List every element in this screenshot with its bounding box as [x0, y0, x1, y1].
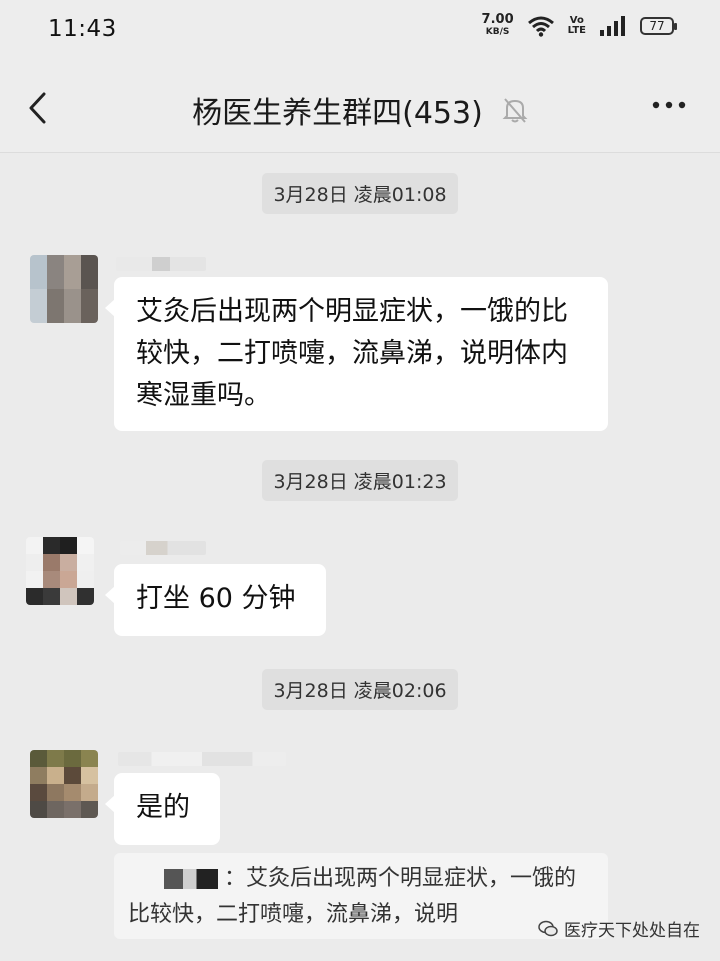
message-bubble[interactable]: 是的	[105, 773, 220, 845]
network-speed: 7.00 KB/S	[481, 12, 514, 38]
timestamp-3: 3月28日 凌晨02:06	[0, 669, 720, 710]
timestamp-label: 3月28日 凌晨02:06	[262, 669, 458, 710]
watermark: 医疗天下处处自在	[538, 916, 700, 941]
timestamp-label: 3月28日 凌晨01:23	[262, 460, 458, 501]
message-bubble[interactable]: 艾灸后出现两个明显症状，一饿的比较快，二打喷嚏，流鼻涕，说明体内寒湿重吗。	[105, 277, 608, 431]
network-speed-unit: KB/S	[485, 27, 510, 37]
timestamp-1: 3月28日 凌晨01:08	[0, 173, 720, 214]
chat-title-wrap: 杨医生养生群四(453)	[0, 88, 720, 132]
wechat-logo-icon	[538, 920, 558, 936]
chat-header: 杨医生养生群四(453)	[0, 64, 720, 153]
wifi-icon	[527, 16, 554, 37]
sender-name-blurred	[118, 752, 286, 766]
battery-level: 77	[649, 19, 665, 33]
network-speed-value: 7.00	[481, 12, 514, 27]
battery-icon: 77	[640, 17, 677, 35]
volte-indicator: Vo LTE	[568, 16, 586, 36]
message-bubble[interactable]: 打坐 60 分钟	[105, 564, 326, 636]
timestamp-2: 3月28日 凌晨01:23	[0, 460, 720, 501]
message-list[interactable]: 3月28日 凌晨01:08 艾灸后出现两个明显症状，一饿的比较快，二打喷嚏，流鼻…	[0, 153, 720, 961]
sender-name-blurred	[120, 541, 206, 555]
status-bar: 11:43 7.00 KB/S Vo LTE 77	[0, 0, 720, 64]
sender-name-blurred	[116, 257, 206, 271]
avatar[interactable]	[26, 537, 94, 605]
quoted-sender-blurred	[164, 869, 218, 889]
volte-bottom: LTE	[567, 25, 586, 36]
more-options-icon[interactable]	[652, 100, 686, 110]
signal-icon	[600, 16, 625, 36]
quoted-message[interactable]: ：艾灸后出现两个明显症状，一饿的比较快，二打喷嚏，流鼻涕，说明	[114, 853, 608, 939]
avatar[interactable]	[30, 255, 98, 323]
mute-bell-icon	[502, 98, 528, 123]
chat-title[interactable]: 杨医生养生群四(453)	[192, 96, 483, 131]
watermark-text: 医疗天下处处自在	[564, 921, 700, 941]
timestamp-label: 3月28日 凌晨01:08	[262, 173, 458, 214]
status-icons: 7.00 KB/S Vo LTE 77	[481, 12, 677, 38]
status-time: 11:43	[48, 16, 117, 42]
avatar[interactable]	[30, 750, 98, 818]
